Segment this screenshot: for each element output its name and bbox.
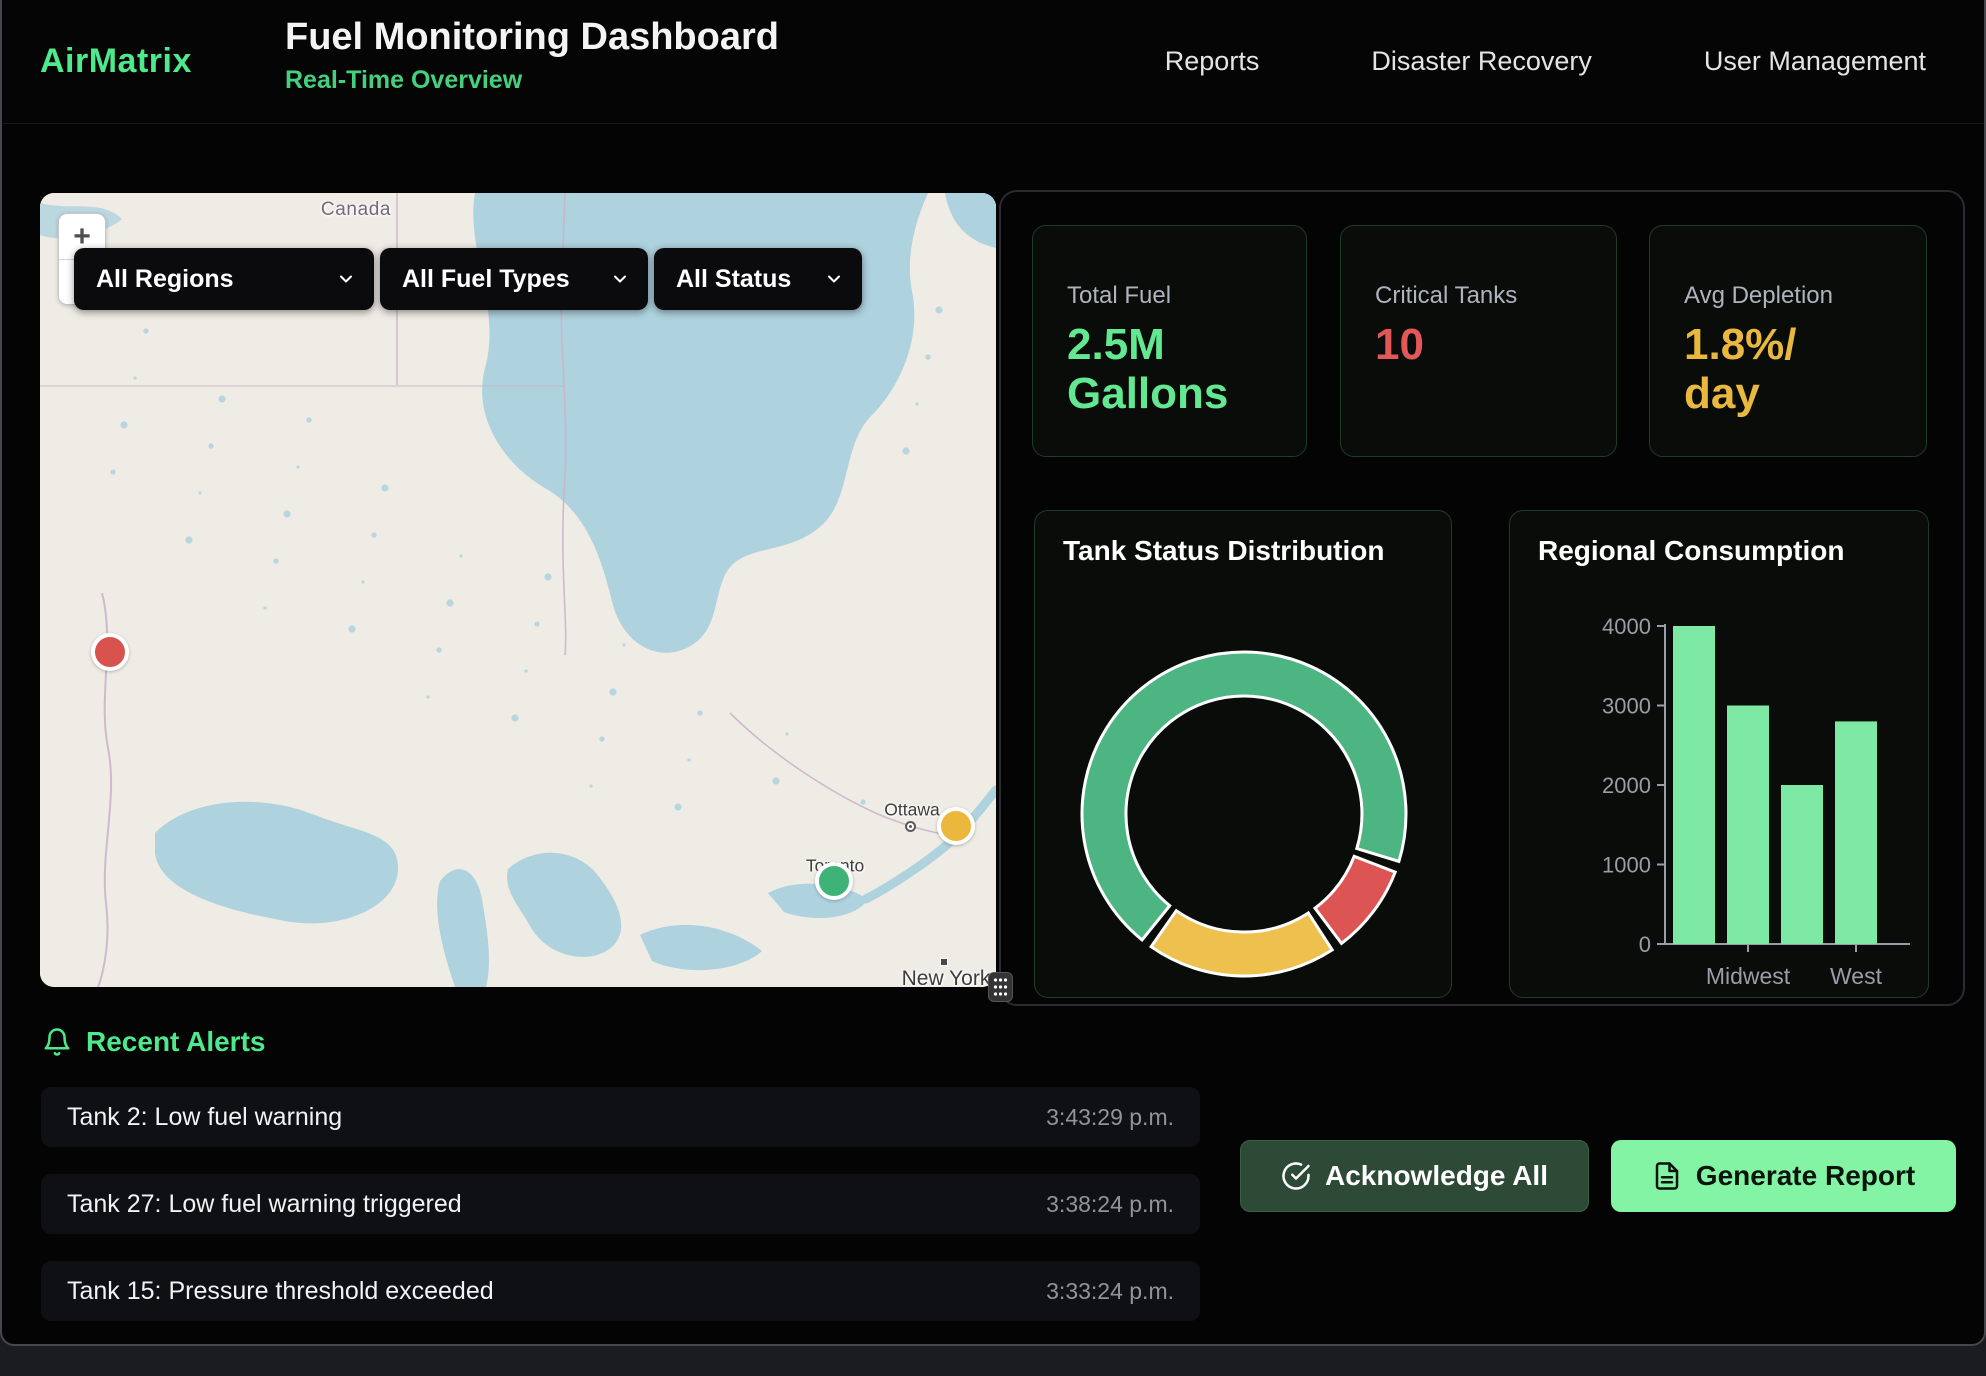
regional-consumption-card: Regional Consumption 01000200030004000Mi…: [1509, 510, 1929, 998]
filter-label: All Fuel Types: [402, 265, 570, 294]
tank-marker-normal[interactable]: [815, 862, 853, 900]
map-label-ottawa: Ottawa: [884, 800, 939, 821]
alert-row[interactable]: Tank 2: Low fuel warning 3:43:29 p.m.: [41, 1087, 1200, 1147]
alert-time: 3:43:29 p.m.: [1046, 1104, 1174, 1131]
map-label-new_york: New York: [902, 967, 991, 987]
alert-message: Tank 27: Low fuel warning triggered: [67, 1190, 462, 1219]
stat-label: Critical Tanks: [1375, 282, 1616, 310]
tank-status-card: Tank Status Distribution: [1034, 510, 1452, 998]
stat-value: 10: [1375, 320, 1616, 369]
alerts-header: Recent Alerts: [42, 1026, 265, 1058]
alert-row[interactable]: Tank 15: Pressure threshold exceeded 3:33…: [41, 1261, 1200, 1321]
main-nav: Reports Disaster Recovery User Management: [1165, 0, 1926, 123]
y-axis-tick-label: 3000: [1602, 694, 1651, 719]
page-title: Fuel Monitoring Dashboard: [285, 16, 779, 60]
check-circle-icon: [1281, 1161, 1311, 1191]
filter-label: All Status: [676, 265, 791, 294]
alert-time: 3:33:24 p.m.: [1046, 1278, 1174, 1305]
doughnut-segment: [1151, 911, 1332, 976]
generate-report-button[interactable]: Generate Report: [1611, 1140, 1956, 1212]
chevron-down-icon: [610, 269, 630, 289]
x-axis-tick-label: Midwest: [1706, 963, 1791, 989]
ottawa-town-icon: [905, 821, 916, 832]
page-subtitle: Real-Time Overview: [285, 66, 779, 95]
stat-label: Avg Depletion: [1684, 282, 1926, 310]
alerts-title: Recent Alerts: [86, 1026, 265, 1058]
tank-marker-critical[interactable]: [91, 633, 129, 671]
doughnut-segment: [1315, 856, 1395, 943]
app-window: AirMatrix Fuel Monitoring Dashboard Real…: [0, 0, 1986, 1346]
acknowledge-all-button[interactable]: Acknowledge All: [1240, 1140, 1589, 1212]
acknowledge-all-label: Acknowledge All: [1325, 1160, 1548, 1192]
regional-consumption-bar-chart: 0 1000 2000 3000 4000 Midwest West: [1510, 511, 1930, 999]
new-york-town-icon: [940, 958, 948, 966]
filter-dropdown-all-fuel-types[interactable]: All Fuel Types: [380, 248, 648, 310]
stat-value: 2.5MGallons: [1067, 320, 1306, 419]
alert-time: 3:38:24 p.m.: [1046, 1191, 1174, 1218]
stat-value: 1.8%/day: [1684, 320, 1926, 419]
y-axis-tick-label: 1000: [1602, 853, 1651, 878]
stat-card-total-fuel: Total Fuel 2.5MGallons: [1032, 225, 1307, 457]
alert-message: Tank 15: Pressure threshold exceeded: [67, 1277, 494, 1306]
filter-label: All Regions: [96, 265, 234, 294]
stat-card-avg-depletion: Avg Depletion 1.8%/day: [1649, 225, 1927, 457]
stat-label: Total Fuel: [1067, 282, 1306, 310]
filter-dropdown-all-regions[interactable]: All Regions: [74, 248, 374, 310]
y-axis-tick-label: 4000: [1602, 614, 1651, 639]
bar-Midwest: [1727, 706, 1769, 945]
map-filters: All Regions All Fuel Types All Status: [74, 248, 862, 310]
bar-region-1: [1673, 626, 1715, 944]
nav-item-reports[interactable]: Reports: [1165, 46, 1260, 77]
alert-message: Tank 2: Low fuel warning: [67, 1103, 342, 1132]
bar-region-3: [1781, 785, 1823, 944]
y-axis-tick-label: 0: [1639, 932, 1651, 957]
bell-icon: [42, 1027, 72, 1057]
stat-card-critical-tanks: Critical Tanks 10: [1340, 225, 1617, 457]
alert-row[interactable]: Tank 27: Low fuel warning triggered 3:38:…: [41, 1174, 1200, 1234]
nav-item-user-management[interactable]: User Management: [1704, 46, 1926, 77]
tank-marker-warning[interactable]: [937, 807, 975, 845]
header: AirMatrix Fuel Monitoring Dashboard Real…: [2, 0, 1984, 124]
map-panel[interactable]: CanadaOttawaTorontoNew York + − All Regi…: [40, 193, 996, 987]
x-axis-tick-label: West: [1830, 963, 1883, 989]
bar-West: [1835, 721, 1877, 944]
filter-dropdown-all-status[interactable]: All Status: [654, 248, 862, 310]
map-label-canada: Canada: [321, 199, 391, 221]
generate-report-label: Generate Report: [1696, 1160, 1915, 1192]
drag-handle-icon[interactable]: [988, 972, 1013, 1002]
chevron-down-icon: [824, 269, 844, 289]
chevron-down-icon: [336, 269, 356, 289]
nav-item-disaster-recovery[interactable]: Disaster Recovery: [1371, 46, 1592, 77]
document-icon: [1652, 1161, 1682, 1191]
brand-logo: AirMatrix: [40, 0, 192, 123]
app-root: AirMatrix Fuel Monitoring Dashboard Real…: [0, 0, 1986, 1376]
y-axis-tick-label: 2000: [1602, 773, 1651, 798]
grip-dots-icon: [993, 977, 1008, 997]
tank-status-doughnut-chart: [1035, 553, 1453, 999]
